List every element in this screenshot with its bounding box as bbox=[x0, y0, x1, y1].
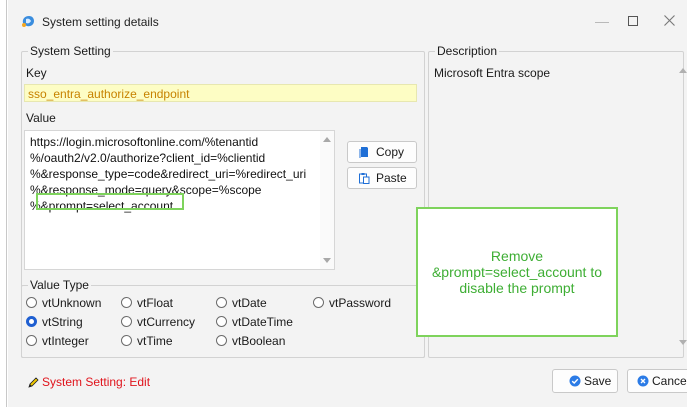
copy-button[interactable]: Copy bbox=[347, 141, 417, 163]
radio-circle-icon bbox=[216, 335, 227, 346]
radio-label: vtDate bbox=[232, 296, 267, 310]
dialog-window: System setting details — System Setting … bbox=[8, 0, 687, 407]
radio-label: vtString bbox=[42, 315, 83, 329]
scroll-up-icon[interactable] bbox=[323, 137, 331, 142]
annotation-line: &prompt=select_account to bbox=[431, 264, 603, 280]
value-line: %/oauth2/v2.0/authorize?client_id=%clien… bbox=[30, 151, 266, 165]
window-edge bbox=[6, 0, 7, 407]
status-bar: System Setting: Edit bbox=[28, 375, 150, 389]
close-icon bbox=[663, 15, 675, 26]
radio-circle-icon bbox=[26, 297, 37, 308]
highlight-box bbox=[36, 193, 184, 210]
radio-circle-icon bbox=[216, 316, 227, 327]
radio-label: vtUnknown bbox=[42, 296, 102, 310]
pencil-icon bbox=[28, 377, 39, 388]
cancel-button[interactable]: Cancel bbox=[627, 369, 687, 393]
value-scrollbar[interactable] bbox=[320, 131, 334, 269]
radio-label: vtBoolean bbox=[232, 334, 286, 348]
window-title: System setting details bbox=[42, 15, 159, 29]
radio-circle-icon bbox=[121, 335, 132, 346]
value-type-legend: Value Type bbox=[30, 278, 89, 292]
description-scroll-up-icon[interactable] bbox=[679, 68, 687, 73]
value-line: https://login.microsoftonline.com/%tenan… bbox=[30, 135, 259, 149]
copy-icon bbox=[359, 147, 368, 158]
radio-label: vtPassword bbox=[329, 296, 392, 310]
save-button[interactable]: Save bbox=[552, 369, 618, 393]
description-text: Microsoft Entra scope bbox=[434, 66, 551, 80]
radio-label: vtDateTime bbox=[232, 315, 293, 329]
value-label: Value bbox=[26, 111, 56, 125]
title-bar[interactable]: System setting details — bbox=[8, 0, 687, 40]
cancel-icon bbox=[637, 375, 649, 387]
radio-label: vtFloat bbox=[137, 296, 174, 310]
description-scroll-down-icon[interactable] bbox=[679, 340, 687, 345]
key-field[interactable]: sso_entra_authorize_endpoint bbox=[24, 84, 417, 102]
paste-button[interactable]: Paste bbox=[347, 167, 417, 189]
radio-circle-icon bbox=[216, 297, 227, 308]
radio-circle-icon bbox=[121, 316, 132, 327]
check-icon bbox=[569, 375, 581, 387]
paste-icon bbox=[359, 173, 370, 184]
maximize-button[interactable] bbox=[623, 11, 643, 31]
status-text: System Setting: Edit bbox=[42, 375, 151, 389]
radio-circle-icon bbox=[26, 335, 37, 346]
radio-selected-icon bbox=[26, 316, 37, 327]
paste-label: Paste bbox=[376, 171, 407, 185]
save-label: Save bbox=[584, 374, 612, 388]
radio-label: vtInteger bbox=[42, 334, 89, 348]
annotation-line: Remove bbox=[490, 248, 544, 264]
radio-circle-icon bbox=[121, 297, 132, 308]
minimize-button[interactable]: — bbox=[592, 11, 612, 31]
annotation-callout: Remove &prompt=select_account to disable… bbox=[416, 207, 618, 337]
maximize-icon bbox=[628, 16, 638, 26]
annotation-line: disable the prompt bbox=[459, 280, 575, 296]
system-setting-legend: System Setting bbox=[30, 44, 111, 58]
app-icon bbox=[22, 16, 34, 27]
close-button[interactable] bbox=[659, 11, 679, 31]
value-line: %&response_type=code&redirect_uri=%redir… bbox=[30, 167, 307, 181]
key-label: Key bbox=[26, 66, 47, 80]
radio-label: vtCurrency bbox=[137, 315, 196, 329]
radio-circle-icon bbox=[313, 297, 324, 308]
scroll-down-icon[interactable] bbox=[323, 258, 331, 263]
copy-label: Copy bbox=[376, 145, 405, 159]
radio-label: vtTime bbox=[137, 334, 173, 348]
cancel-label: Cancel bbox=[652, 374, 687, 388]
description-legend: Description bbox=[437, 44, 498, 58]
